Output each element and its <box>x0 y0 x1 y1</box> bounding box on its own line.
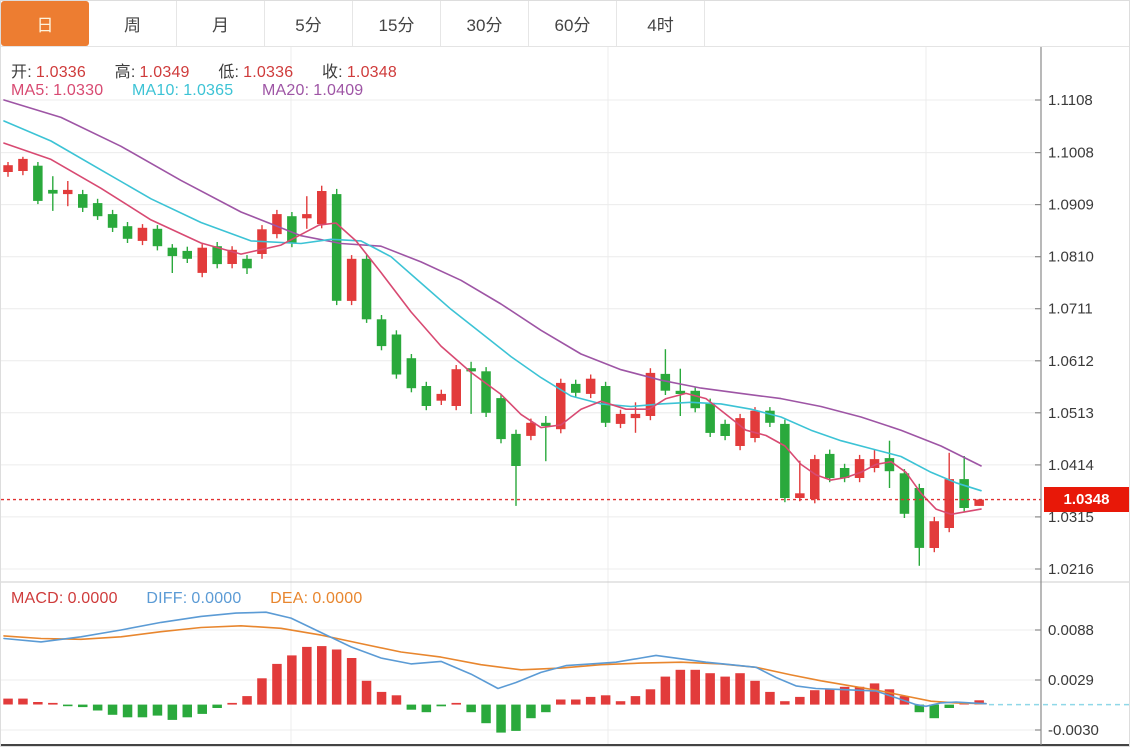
tab-4hour[interactable]: 4时 <box>617 1 705 46</box>
macd-value: 0.0000 <box>68 590 118 607</box>
price-axis: 1.1108 1.1008 1.0909 1.0810 1.0711 1.0612 1.05… <box>1035 47 1099 745</box>
ma-legend: MA5:1.0330 MA10:1.0365 MA20:1.0409 <box>11 82 367 100</box>
timeframe-tabs: 日 周 月 5分 15分 30分 60分 4时 <box>1 1 1130 47</box>
tab-30min-label: 30分 <box>467 11 503 36</box>
macd-axis-label: 0.0088 <box>1048 622 1094 639</box>
tab-month-label: 月 <box>212 11 229 36</box>
chart-canvas[interactable]: 1.1108 1.1008 1.0909 1.0810 1.0711 1.0612 1.05… <box>1 1 1130 747</box>
tab-week[interactable]: 周 <box>89 1 177 46</box>
high-label: 高: <box>115 64 136 81</box>
ma5-label: MA5: <box>11 82 49 99</box>
price-axis-label: 1.0711 <box>1048 301 1093 318</box>
macd-axis-label: 0.0029 <box>1048 672 1094 689</box>
ohlc-legend: 开:1.0336 高:1.0349 低:1.0336 收:1.0348 <box>11 58 401 82</box>
macd-label: MACD: <box>11 590 64 607</box>
low-value: 1.0336 <box>243 64 293 81</box>
open-label: 开: <box>11 64 32 81</box>
ma20-line <box>4 100 981 466</box>
low-label: 低: <box>218 64 239 81</box>
price-axis-label: 1.1108 <box>1048 92 1093 109</box>
tab-15min[interactable]: 15分 <box>353 1 441 46</box>
macd-legend: MACD:0.0000 DIFF:0.0000 DEA:0.0000 <box>11 590 366 608</box>
tab-month[interactable]: 月 <box>177 1 265 46</box>
tab-30min[interactable]: 30分 <box>441 1 529 46</box>
dea-value: 0.0000 <box>312 590 362 607</box>
ma20-label: MA20: <box>262 82 309 99</box>
tab-day-label: 日 <box>37 11 54 36</box>
tab-week-label: 周 <box>124 11 141 36</box>
tab-60min[interactable]: 60分 <box>529 1 617 46</box>
tab-day[interactable]: 日 <box>1 1 89 46</box>
grid-layer <box>1 47 1041 745</box>
diff-line <box>4 612 986 706</box>
price-axis-label: 1.0216 <box>1048 561 1094 578</box>
high-value: 1.0349 <box>140 64 190 81</box>
trading-chart-app: 日 周 月 5分 15分 30分 60分 4时 1.1108 1.1008 1.09… <box>0 0 1130 747</box>
price-axis-label: 1.0414 <box>1048 457 1094 474</box>
ma10-line <box>4 121 981 491</box>
ma20-value: 1.0409 <box>313 82 363 99</box>
price-axis-label: 1.1008 <box>1048 145 1094 162</box>
tab-4hour-label: 4时 <box>647 11 673 36</box>
open-value: 1.0336 <box>36 64 86 81</box>
price-axis-label: 1.0810 <box>1048 249 1094 266</box>
tab-15min-label: 15分 <box>379 11 415 36</box>
tab-5min-label: 5分 <box>295 11 321 36</box>
close-value: 1.0348 <box>347 64 397 81</box>
dea-label: DEA: <box>270 590 308 607</box>
price-axis-label: 1.0513 <box>1048 405 1094 422</box>
price-axis-label: 1.0612 <box>1048 353 1094 370</box>
macd-axis-label: -0.0030 <box>1048 722 1099 739</box>
dea-line <box>4 626 986 704</box>
ma5-value: 1.0330 <box>53 82 103 99</box>
diff-label: DIFF: <box>146 590 187 607</box>
ma10-label: MA10: <box>132 82 179 99</box>
close-label: 收: <box>322 64 343 81</box>
tab-5min[interactable]: 5分 <box>265 1 353 46</box>
price-axis-label: 1.0909 <box>1048 197 1094 214</box>
tab-60min-label: 60分 <box>555 11 591 36</box>
last-price-badge: 1.0348 <box>1044 487 1129 512</box>
diff-value: 0.0000 <box>191 590 241 607</box>
ma10-value: 1.0365 <box>183 82 233 99</box>
